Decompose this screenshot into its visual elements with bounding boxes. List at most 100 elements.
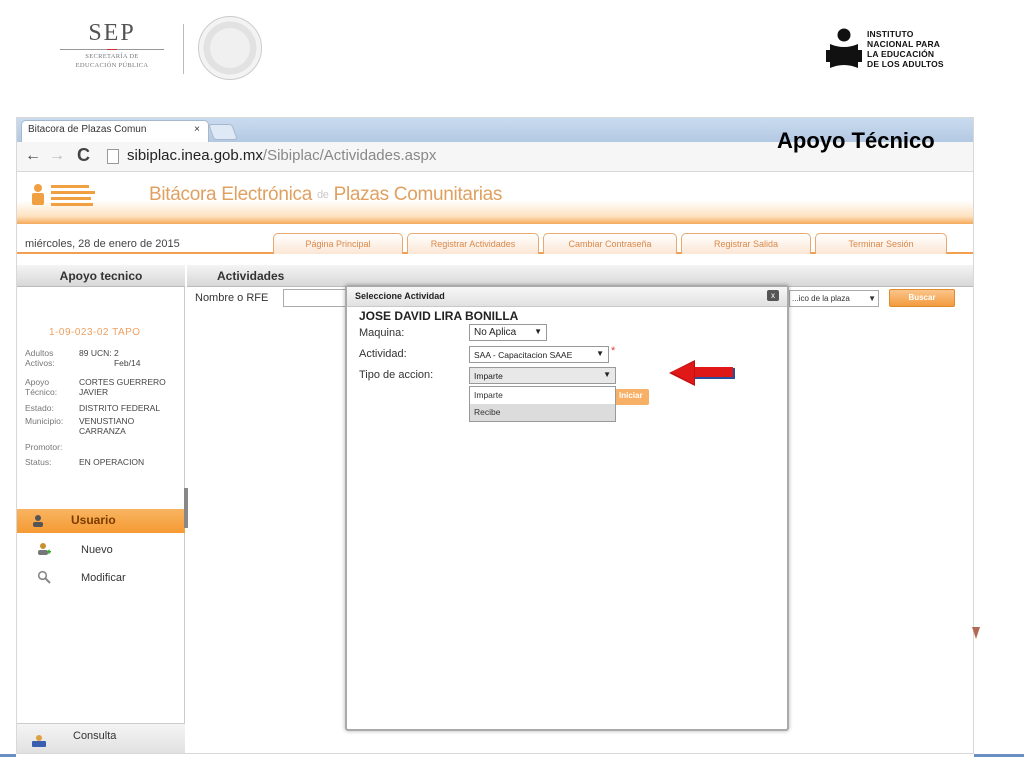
tipo-accion-value: Imparte [474, 371, 503, 381]
sidebar-row-apoyo: Apoyo Técnico: CORTES GUERRERO JAVIER [25, 377, 175, 397]
sep-logo: SEP SECRETARÍA DE EDUCACIÓN PÚBLICA [52, 20, 172, 84]
actividad-value: SAA - Capacitacion SAAE [474, 350, 573, 360]
consulta-label: Consulta [73, 730, 117, 742]
chevron-down-icon: ▼ [596, 349, 604, 358]
row-value: DISTRITO FEDERAL [79, 403, 161, 413]
app-logo-icon [32, 184, 95, 206]
panel-splitter[interactable] [184, 488, 188, 528]
sidebar-row-adultos: Adultos Activos: 89 UCN: 2 Feb/14 [25, 348, 142, 368]
ucn-value: 2 Feb/14 [113, 348, 141, 368]
footer-line-right [974, 754, 1024, 757]
maquina-label: Maquina: [359, 327, 405, 339]
browser-screenshot: Bitacora de Plazas Comun × ← → C sibipla… [16, 117, 974, 754]
actividad-label: Actividad: [359, 348, 407, 360]
row-value: CORTES GUERRERO JAVIER [79, 377, 166, 397]
page-icon [107, 149, 119, 164]
inea-logo-text: INSTITUTO NACIONAL PARA LA EDUCACIÓN DE … [867, 29, 944, 69]
back-arrow-icon[interactable]: ← [25, 147, 41, 165]
inea-line4: DE LOS ADULTOS [867, 59, 944, 69]
inea-line3: LA EDUCACIÓN [867, 49, 935, 59]
nav-row: miércoles, 28 de enero de 2015 Página Pr… [17, 224, 973, 254]
plaza-select[interactable]: ...ico de la plaza ▼ [789, 290, 879, 307]
url-field[interactable]: sibiplac.inea.gob.mx/Sibiplac/Actividade… [127, 147, 436, 164]
tab-cambiar-contrasena[interactable]: Cambiar Contraseña [543, 233, 677, 254]
sep-logo-sub2: EDUCACIÓN PÚBLICA [75, 62, 149, 69]
row-key: Apoyo Técnico: [25, 377, 58, 397]
usuario-label: Usuario [71, 513, 116, 527]
app-title-sep: de [316, 188, 329, 201]
person-name: JOSE DAVID LIRA BONILLA [359, 309, 519, 323]
inea-line1: INSTITUTO [867, 29, 914, 39]
rfe-input[interactable] [283, 289, 353, 307]
slide-decoration [972, 627, 980, 639]
option-recibe[interactable]: Recibe [470, 404, 615, 421]
row-value: EN OPERACION [79, 457, 145, 467]
sep-logo-sub1: SECRETARÍA DE [85, 53, 139, 60]
start-button[interactable]: Iniciar [615, 389, 649, 405]
red-arrow-icon [669, 360, 735, 386]
rfe-label: Nombre o RFE [195, 292, 269, 304]
usuario-section[interactable]: Usuario [17, 509, 185, 533]
sidebar-row-promotor: Promotor: [25, 442, 79, 452]
sidebar: Apoyo tecnico 1-09-023-02 TAPO Adultos A… [17, 265, 185, 753]
header-divider [183, 24, 184, 74]
inea-line2: NACIONAL PARA [867, 39, 941, 49]
url-domain: sibiplac.inea.gob.mx [127, 147, 263, 164]
row-key: Estado: [25, 403, 54, 413]
chevron-down-icon: ▼ [868, 294, 876, 303]
forward-arrow-icon[interactable]: → [49, 147, 65, 165]
search-button[interactable]: Buscar [889, 289, 955, 307]
tab-terminar-sesion[interactable]: Terminar Sesión [815, 233, 947, 254]
option-imparte[interactable]: Imparte [470, 387, 615, 404]
app-title-main: Bitácora Electrónica [149, 184, 312, 205]
browser-tab[interactable]: Bitacora de Plazas Comun × [21, 120, 209, 142]
row-value: VENUSTIANO CARRANZA [79, 416, 135, 436]
add-user-icon [38, 543, 51, 555]
tipo-accion-label: Tipo de accion: [359, 369, 434, 381]
consulta-section[interactable]: Consulta [17, 723, 185, 753]
app-header: Bitácora Electrónica de Plazas Comunitar… [17, 172, 973, 224]
sidebar-row-estado: Estado: DISTRITO FEDERAL [25, 403, 160, 413]
maquina-select[interactable]: No Aplica ▼ [469, 324, 547, 341]
row-key: Promotor: [25, 442, 63, 452]
row-value: 89 UCN: [79, 348, 112, 358]
consulta-icon [32, 735, 46, 747]
footer-line-left [0, 754, 16, 757]
sidebar-row-municipio: Municipio: VENUSTIANO CARRANZA [25, 416, 159, 436]
search-icon [37, 570, 51, 584]
tab-pagina-principal[interactable]: Página Principal [273, 233, 403, 254]
tab-registrar-salida[interactable]: Registrar Salida [681, 233, 811, 254]
maquina-value: No Aplica [474, 327, 517, 338]
chevron-down-icon: ▼ [534, 327, 542, 336]
tab-close-icon[interactable]: × [194, 124, 200, 135]
tipo-accion-select[interactable]: Imparte ▼ [469, 367, 616, 384]
slide-title: Apoyo Técnico [777, 128, 935, 153]
user-icon [33, 515, 43, 527]
inea-reader-icon [826, 28, 862, 68]
row-key: Status: [25, 457, 52, 467]
browser-tab-title: Bitacora de Plazas Comun [28, 124, 147, 135]
sep-logo-rule [60, 49, 164, 50]
actividad-select[interactable]: SAA - Capacitacion SAAE ▼ [469, 346, 609, 363]
new-tab-button[interactable] [208, 124, 238, 140]
current-date: miércoles, 28 de enero de 2015 [25, 238, 180, 250]
chevron-down-icon: ▼ [603, 370, 611, 379]
reload-icon[interactable]: C [77, 145, 90, 166]
modal-title: Seleccione Actividad [347, 287, 787, 307]
sidebar-item-modificar[interactable]: Modificar [81, 572, 126, 584]
sidebar-heading: Apoyo tecnico [17, 265, 185, 287]
row-key: Adultos Activos: [25, 348, 55, 368]
tab-registrar-actividades[interactable]: Registrar Actividades [407, 233, 539, 254]
url-path: /Sibiplac/Actividades.aspx [262, 147, 437, 164]
plaza-select-value: ...ico de la plaza [792, 294, 850, 303]
sidebar-item-nuevo[interactable]: Nuevo [81, 544, 113, 556]
app-title: Bitácora Electrónica de Plazas Comunitar… [149, 184, 502, 206]
tipo-accion-dropdown: Imparte Recibe [469, 386, 616, 422]
close-icon[interactable]: x [767, 290, 779, 301]
sep-logo-text: SEP [88, 20, 136, 46]
main-heading: Actividades [187, 265, 973, 287]
required-mark: * [611, 345, 616, 357]
activity-modal: Seleccione Actividad x JOSE DAVID LIRA B… [345, 285, 789, 731]
plaza-code: 1-09-023-02 TAPO [49, 327, 141, 338]
inea-logo: INSTITUTO NACIONAL PARA LA EDUCACIÓN DE … [826, 28, 966, 74]
